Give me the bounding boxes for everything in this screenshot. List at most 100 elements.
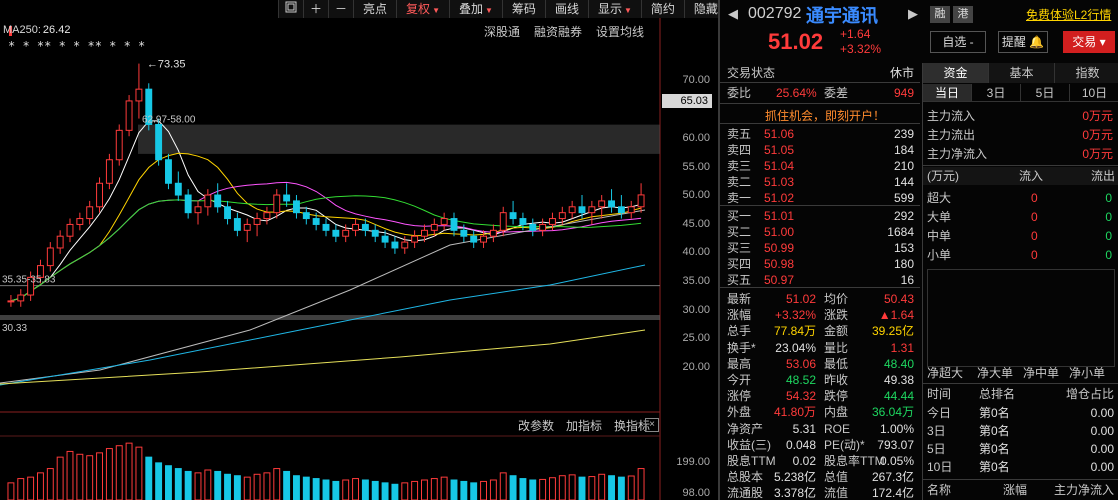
rank-period: 10日 [927,460,953,474]
prev-stock-icon[interactable]: ◀ [728,6,738,22]
bid-row[interactable]: 买三 50.99 153 [720,240,920,256]
candle-body [637,194,645,208]
link-margin[interactable]: 融资融券 [534,23,582,40]
period-5d[interactable]: 5日 [1021,84,1070,102]
ask-volume: 599 [893,191,914,205]
status-label: 交易状态 [727,66,776,80]
order-book: 交易状态 休市 委比 25.64% 委差 949 抓住机会，即刻开户！ 卖五 51… [720,63,920,500]
bid-label: 买一 [727,209,752,223]
toolbar-highlight-button[interactable]: 亮点 [353,0,396,18]
tab-capital[interactable]: 资金 [923,63,989,83]
quote-value: 5.238亿 [773,470,816,485]
bid-label: 买三 [727,241,752,255]
toolbar-simple-button[interactable]: 简约 [640,0,684,18]
bid-volume: 292 [893,209,914,223]
plus-icon[interactable]: ＋ [303,0,328,18]
tab-basic[interactable]: 基本 [989,63,1055,83]
minus-icon[interactable]: － [328,0,353,18]
bid-price: 51.00 [764,225,795,239]
y-tick: 30.00 [682,304,710,316]
bid-price: 50.97 [764,273,795,287]
quote-value: 3.378亿 [773,486,816,500]
add-indicator-link[interactable]: 加指标 [566,417,602,434]
ask-row[interactable]: 卖三 51.04 210 [720,158,920,174]
event-markers: * * ** * * ** * * * [8,39,145,53]
ask-volume: 144 [893,175,914,189]
kline-chart-area[interactable]: ←73.35 62.97-58.00 35.35-35.83 30.33 * * ** … [0,0,718,500]
quote-row: 涨停 54.32 跌停 44.44 [720,388,920,404]
volume-bar [165,465,172,500]
candle-body [233,218,241,231]
rank-period: 今日 [927,406,952,420]
toolbar-chip-button[interactable]: 筹码 [501,0,545,18]
capital-flow-panel: 资金 基本 指数 当日 3日 5日 10日 (万元) 流入 流出 净超大 净大单… [922,63,1118,500]
toolbar-overlay-button[interactable]: 叠加 ▼ [448,0,502,18]
change-params-link[interactable]: 改参数 [518,417,554,434]
y-tick: 45.00 [682,218,710,230]
period-3d[interactable]: 3日 [972,84,1021,102]
toolbar-display-button[interactable]: 显示 ▼ [587,0,641,18]
bid-row[interactable]: 买五 50.97 16 [720,272,920,288]
open-account-promo[interactable]: 抓住机会，即刻开户！ [750,107,900,123]
volume-bar [66,450,74,500]
volume-bar [460,480,468,500]
ask-row[interactable]: 卖一 51.02 599 [720,190,920,206]
watchlist-button[interactable]: 自选 - [930,31,986,53]
candle-body [450,218,458,231]
flow-grid-row: 小单 0 0 [923,246,1118,264]
ask-row[interactable]: 卖五 51.06 239 [720,126,920,142]
quote-value: 23.04% [775,340,816,355]
candle-body [66,223,74,237]
bid-row[interactable]: 买二 51.00 1684 [720,224,920,240]
bid-row[interactable]: 买一 51.01 292 [720,208,920,224]
volume-bar [204,469,212,500]
next-stock-icon[interactable]: ▶ [908,6,918,22]
candle-body [184,194,192,214]
bid-price: 50.98 [764,257,795,271]
volume-bar [499,472,507,500]
quote-value: 0.02 [792,454,816,468]
candle-body [56,235,64,249]
remind-button[interactable]: 提醒 🔔 [998,31,1048,53]
margin-badge[interactable]: 融 [930,6,950,23]
net-flow-bar-chart [927,269,1115,367]
bid-row[interactable]: 买四 50.98 180 [720,256,920,272]
window-icon[interactable] [278,0,303,18]
close-icon[interactable]: × [645,418,659,432]
rank-position: 第0名 [979,424,1010,438]
toolbar-draw-button[interactable]: 画线 [544,0,588,18]
bell-icon: 🔔 [1029,35,1045,49]
ask-label: 卖二 [727,175,752,189]
period-today[interactable]: 当日 [923,84,972,102]
free-l2-link[interactable]: 免费体验L2行情 [1026,6,1111,23]
gap-label: 62.97-58.00 [142,115,196,126]
candle-body [283,194,291,202]
flow-grid-in: 0 [1031,229,1038,243]
quote-value: 48.40 [883,356,914,371]
quote-label: 涨跌 [824,308,849,323]
tab-index[interactable]: 指数 [1055,63,1118,83]
toolbar-adjust-button[interactable]: 复权 ▼ [396,0,449,18]
volume-bar [105,448,113,500]
ask-row[interactable]: 卖四 51.05 184 [720,142,920,158]
ask-volume: 239 [893,127,914,141]
quote-row: 外盘 41.80万 内盘 36.04万 [720,404,920,420]
rank-pct: 0.00 [1090,424,1114,438]
quote-row: 涨幅 +3.32% 涨跌 ▲1.64 [720,307,920,323]
candle-body [253,218,261,225]
candle-body [263,212,271,220]
trade-button[interactable]: 交易 ▾ [1063,31,1115,53]
y-tick: 50.00 [682,189,710,201]
period-10d[interactable]: 10日 [1070,84,1118,102]
ask-label: 卖五 [727,127,752,141]
quote-value: 1.31 [890,340,914,355]
flow-row: 主力流出 0万元 [927,126,1117,144]
link-hk-connect[interactable]: 深股通 [484,23,520,40]
toolbar-hide-button[interactable]: 隐藏 [683,0,718,18]
stock-name[interactable]: 通宇通讯 [806,2,878,28]
volume-bar [155,462,163,500]
link-ma-settings[interactable]: 设置均线 [596,23,644,40]
hk-badge[interactable]: 港 [953,6,973,23]
y-tick: 40.00 [682,246,710,258]
ask-row[interactable]: 卖二 51.03 144 [720,174,920,190]
